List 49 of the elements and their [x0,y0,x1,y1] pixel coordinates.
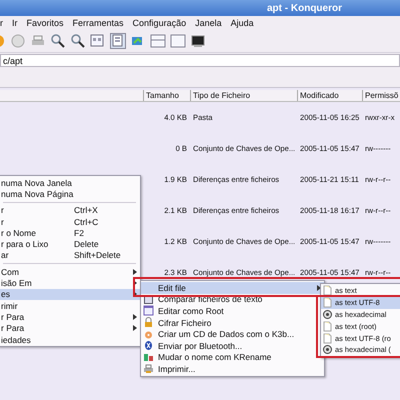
zoom-out-icon[interactable] [70,33,86,49]
context-menu-item[interactable]: Com [0,266,140,278]
gear-icon [322,344,333,356]
location-field[interactable]: c/apt [0,54,400,67]
submenu-item[interactable]: Mudar o nome com KRename [141,352,324,364]
submenu-item[interactable]: Cifrar Ficheiro [141,316,324,328]
action-icon [143,352,154,363]
context-menu-item[interactable]: ar Shift+Delete [0,250,140,262]
context-menu-item[interactable]: r Para [0,322,140,334]
split-view-icon[interactable] [150,33,166,49]
context-menu-item[interactable]: r Ctrl+C [0,216,140,228]
detail-view-icon[interactable] [110,33,126,49]
window-title: apt - Konqueror [267,2,342,14]
context-menu-item[interactable]: numa Nova Página [0,188,140,200]
menu-item[interactable]: r [0,18,3,28]
context-menu-item[interactable]: iedades [0,334,140,346]
submenu-item[interactable]: Imprimir... [141,363,324,375]
submenu-item[interactable]: Edit file [141,282,324,294]
action-icon [143,363,154,374]
column-header[interactable]: Tamanho [143,90,190,101]
menu-item[interactable]: Ajuda [230,18,254,28]
context-menu-item[interactable]: r para o Lixo Delete [0,238,140,250]
column-header[interactable]: Permissõ [362,90,400,101]
zoom-in-icon[interactable] [50,33,66,49]
context-menu-item[interactable]: es [0,288,140,300]
menu-item[interactable]: Ferramentas [72,18,124,28]
context-menu-item[interactable]: r Ctrl+X [0,204,140,216]
submenu-item[interactable]: Criar um CD de Dados com o K3b... [141,328,324,340]
context-menu-item[interactable]: r o Nome F2 [0,227,140,238]
context-menu-item[interactable]: rimir [0,300,140,312]
gear-icon [322,308,333,320]
menu-item[interactable]: Ir [12,18,18,28]
context-menu-item[interactable]: isão Em [0,277,140,289]
stop-icon[interactable] [10,33,26,49]
action-icon [143,317,154,328]
menu-item[interactable]: Janela [195,18,222,28]
icon-view-icon[interactable] [90,33,106,49]
menu-item[interactable]: Favoritos [26,18,64,28]
column-header[interactable]: Modificado [297,90,362,101]
submenu-item[interactable]: Enviar por Bluetooth... [141,340,324,352]
action-icon [143,340,154,352]
action-icon [143,305,154,316]
context-menu-item[interactable]: numa Nova Janela [0,177,140,188]
submenu-item[interactable]: Editar como Root [141,305,324,317]
terminal-icon[interactable] [190,33,206,49]
column-header[interactable]: Tipo de Ficheiro [190,90,297,101]
menu-item[interactable]: Configuração [132,18,186,28]
context-menu-item[interactable]: r Para [0,311,140,323]
action-icon [143,328,154,340]
